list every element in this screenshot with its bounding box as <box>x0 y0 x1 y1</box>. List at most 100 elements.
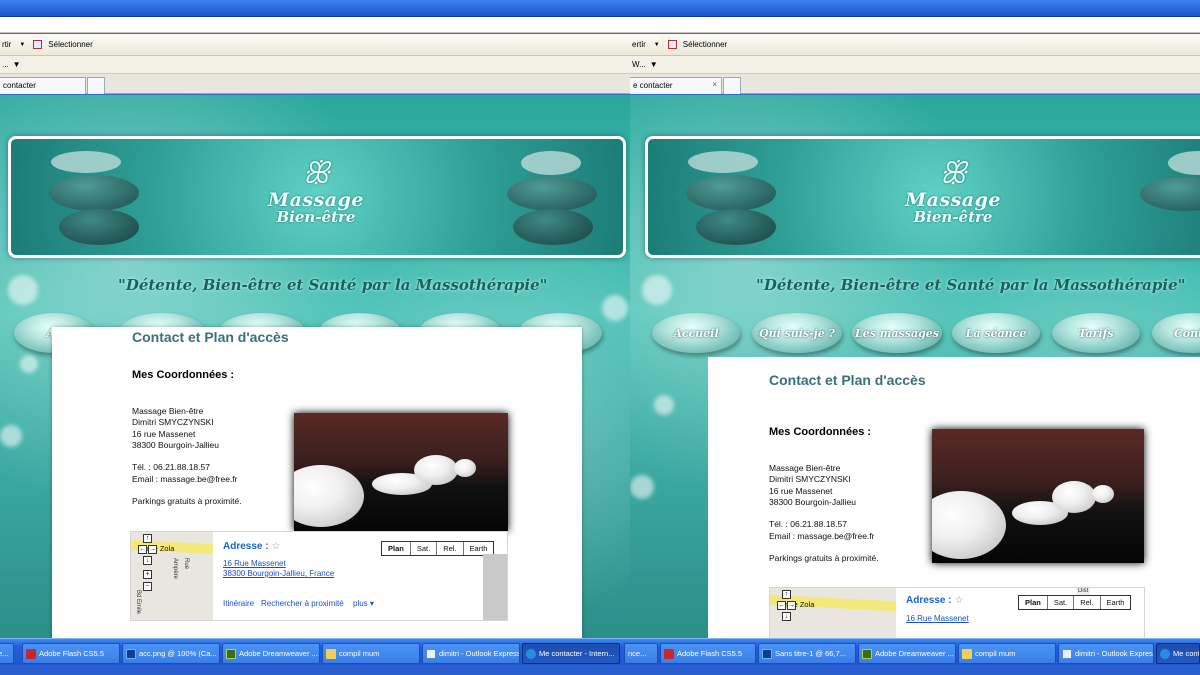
map-type-rel[interactable]: Rel. <box>437 542 464 555</box>
side-road-label: Rue Ampère <box>172 558 189 580</box>
taskbar-button-dreamweaver[interactable]: Adobe Dreamweaver ... <box>222 643 320 664</box>
taskbar-button-ie[interactable]: Me contr <box>1156 643 1200 664</box>
convert-button[interactable]: ertir <box>632 40 646 49</box>
taskbar-button-flash[interactable]: Adobe Flash CS5.5 <box>22 643 120 664</box>
city-link[interactable]: 38300 Bourgoin-Jallieu, France <box>223 569 334 579</box>
chevron-down-icon[interactable]: ▼ <box>654 42 660 48</box>
pan-right-button[interactable]: → <box>787 601 796 610</box>
favorites-overflow[interactable]: W... <box>632 60 646 69</box>
task-label: Adobe Dreamweaver ... <box>239 649 318 658</box>
select-button[interactable]: Sélectionner <box>683 40 727 49</box>
task-label: Sans titre-1 @ 66,7... <box>775 649 846 658</box>
taskbar-button-outlook[interactable]: dimitri - Outlook Express <box>422 643 520 664</box>
map-type-sat[interactable]: Sat. <box>1047 596 1075 609</box>
pan-left-button[interactable]: ← <box>777 601 786 610</box>
google-map-widget: Emile Zola Rue Ampère Bd Emile ↑ ← → ↓ +… <box>130 531 508 621</box>
taskbar-button-photoshop[interactable]: acc.png @ 100% (Ca... <box>122 643 220 664</box>
taskbar-button-partial[interactable]: e... <box>0 643 14 664</box>
task-label: nce... <box>628 649 647 658</box>
itinerary-link[interactable]: Itinéraire <box>223 598 254 609</box>
map-type-plan[interactable]: Plan <box>382 542 411 555</box>
page-title: Contact et Plan d'accès <box>769 372 926 388</box>
new-tab-button[interactable] <box>87 77 105 94</box>
nav-label: Qui suis-je ? <box>759 326 835 340</box>
pan-up-button[interactable]: ↑ <box>143 534 152 543</box>
task-label: e... <box>0 649 9 658</box>
bokeh-light <box>642 275 672 305</box>
taskbar-button-dreamweaver[interactable]: Adobe Dreamweaver ... <box>858 643 956 664</box>
task-label: Me contacter - Intern... <box>539 649 615 658</box>
tab-bar: e contacter × <box>630 74 1200 94</box>
chevron-down-icon[interactable]: ▼ <box>650 60 658 69</box>
site-logo[interactable]: ꕥ Massage Bien-être <box>898 159 1008 227</box>
more-link[interactable]: plus ▾ <box>353 598 374 609</box>
taskbar-button-folder[interactable]: compil mum <box>958 643 1056 664</box>
favorites-overflow[interactable]: ... <box>2 60 9 69</box>
pan-up-button[interactable]: ↑ <box>782 590 791 599</box>
nav-label: Tarifs <box>1078 326 1114 340</box>
left-browser-window: rtir ▼ Sélectionner ... ▼ contacter ꕥ Ma… <box>0 0 630 675</box>
map-type-plan[interactable]: Plan <box>1019 596 1048 609</box>
nav-about[interactable]: Qui suis-je ? <box>752 313 842 353</box>
tab-label: e contacter <box>633 81 673 90</box>
task-label: Adobe Flash CS5.5 <box>39 649 105 658</box>
content-panel: Contact et Plan d'accès Mes Coordonnées … <box>708 357 1200 638</box>
map-type-sat[interactable]: Sat. <box>410 542 438 555</box>
taskbar-button-photoshop[interactable]: Sans titre-1 @ 66,7... <box>758 643 856 664</box>
stone-middle <box>49 175 139 211</box>
stone-top <box>688 151 758 173</box>
map-type-earth[interactable]: Earth <box>1100 596 1131 609</box>
taskbar-button-folder[interactable]: compil mum <box>322 643 420 664</box>
map-scroll-strip <box>483 554 507 620</box>
windows-taskbar: e... Adobe Flash CS5.5 acc.png @ 100% (C… <box>0 638 1200 675</box>
content-panel: Contact et Plan d'accès Mes Coordonnées … <box>52 327 582 638</box>
zoom-out-button[interactable]: − <box>143 582 152 591</box>
window-title-bar[interactable] <box>630 0 1200 17</box>
map-thumbnail[interactable]: Emile Zola Rue Ampère Bd Emile ↑ ← → ↓ +… <box>131 532 214 620</box>
search-near-link[interactable]: Rechercher à proximité <box>261 598 344 609</box>
chevron-down-icon[interactable]: ▼ <box>19 42 25 48</box>
logo-line2: Bien-être <box>913 208 993 226</box>
pan-down-button[interactable]: ↓ <box>143 556 152 565</box>
stone-shape <box>1052 481 1096 513</box>
site-logo[interactable]: ꕥ Massage Bien-être <box>261 159 371 227</box>
taskbar-bottom-edge <box>0 665 1200 675</box>
stone-top <box>521 151 581 175</box>
zoom-in-button[interactable]: + <box>143 570 152 579</box>
star-icon[interactable]: ☆ <box>271 541 280 552</box>
map-type-switcher: Plan Sat. Rel. Earth <box>1018 595 1132 610</box>
tab-contact[interactable]: e contacter × <box>630 77 722 94</box>
star-icon[interactable]: ☆ <box>954 595 963 606</box>
nav-contact[interactable]: Contact <box>1152 313 1200 353</box>
pan-left-button[interactable]: ← <box>138 545 147 554</box>
bokeh-light <box>630 475 654 499</box>
nav-session[interactable]: La séance <box>952 313 1040 353</box>
tab-contact[interactable]: contacter <box>0 77 86 94</box>
stone-top <box>51 151 121 173</box>
taskbar-button-partial[interactable]: nce... <box>624 643 658 664</box>
taskbar-button-outlook[interactable]: dimitri - Outlook Express <box>1058 643 1154 664</box>
stone-shape <box>932 491 1006 559</box>
task-label: Me contr <box>1173 649 1200 658</box>
taskbar-button-ie[interactable]: Me contacter - Intern... <box>522 643 620 664</box>
close-tab-icon[interactable]: × <box>712 80 717 89</box>
nav-massages[interactable]: Les massages <box>852 313 942 353</box>
window-title-bar[interactable] <box>0 0 630 17</box>
street-link[interactable]: 16 Rue Massenet <box>906 614 969 624</box>
stone-middle <box>686 175 776 211</box>
map-thumbnail[interactable]: mile Zola ↑ ← → ↓ <box>770 588 897 638</box>
map-type-rel[interactable]: Rel. <box>1074 596 1101 609</box>
nav-label: Les massages <box>855 326 939 340</box>
street-link[interactable]: 16 Rue Massenet <box>223 559 286 569</box>
pan-right-button[interactable]: → <box>148 545 157 554</box>
chevron-down-icon[interactable]: ▼ <box>13 60 21 69</box>
site-tagline: "Détente, Bien-être et Santé par la Mass… <box>756 276 1186 294</box>
taskbar-button-flash[interactable]: Adobe Flash CS5.5 <box>660 643 756 664</box>
select-button[interactable]: Sélectionner <box>48 40 92 49</box>
nav-prices[interactable]: Tarifs <box>1052 313 1140 353</box>
address-label: Adresse : ☆ <box>223 541 280 552</box>
new-tab-button[interactable] <box>723 77 741 94</box>
convert-button[interactable]: rtir <box>2 40 11 49</box>
pan-down-button[interactable]: ↓ <box>782 612 791 621</box>
nav-home[interactable]: Accueil <box>652 313 740 353</box>
